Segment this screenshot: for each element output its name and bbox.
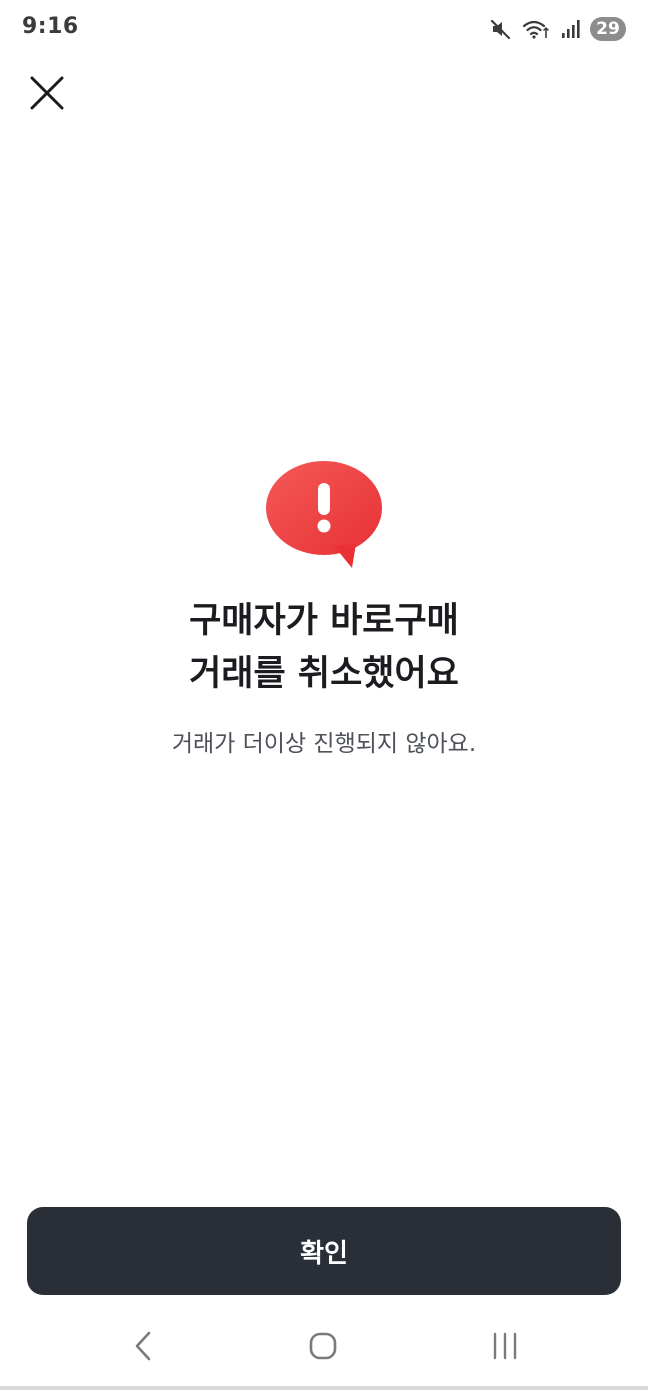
close-icon: [30, 76, 64, 110]
exclamation-speech-bubble-icon: [262, 458, 386, 574]
back-button[interactable]: [112, 1320, 172, 1372]
signal-icon: [560, 19, 580, 39]
status-icons: 29: [490, 16, 626, 42]
wifi-icon: [522, 18, 550, 40]
confirm-button[interactable]: 확인: [27, 1207, 621, 1295]
navigation-bar: [0, 1310, 648, 1386]
confirm-button-label: 확인: [300, 1238, 348, 1269]
status-bar: 9:16 29: [0, 0, 648, 56]
dialog-title-line2: 거래를 취소했어요: [189, 654, 459, 694]
close-button[interactable]: [26, 72, 68, 114]
dialog-title-line1: 구매자가 바로구매: [189, 601, 459, 641]
bottom-divider: [0, 1386, 648, 1390]
dialog-message: 거래가 더이상 진행되지 않아요.: [171, 731, 477, 757]
mute-icon: [490, 18, 512, 40]
back-icon: [135, 1331, 151, 1361]
home-icon: [309, 1332, 337, 1360]
home-button[interactable]: [293, 1320, 353, 1372]
battery-icon: 29: [590, 17, 626, 41]
recents-icon: [493, 1332, 517, 1360]
recents-button[interactable]: [475, 1320, 535, 1372]
dialog-title: 구매자가 바로구매 거래를 취소했어요: [0, 595, 648, 701]
status-time: 9:16: [22, 14, 79, 39]
